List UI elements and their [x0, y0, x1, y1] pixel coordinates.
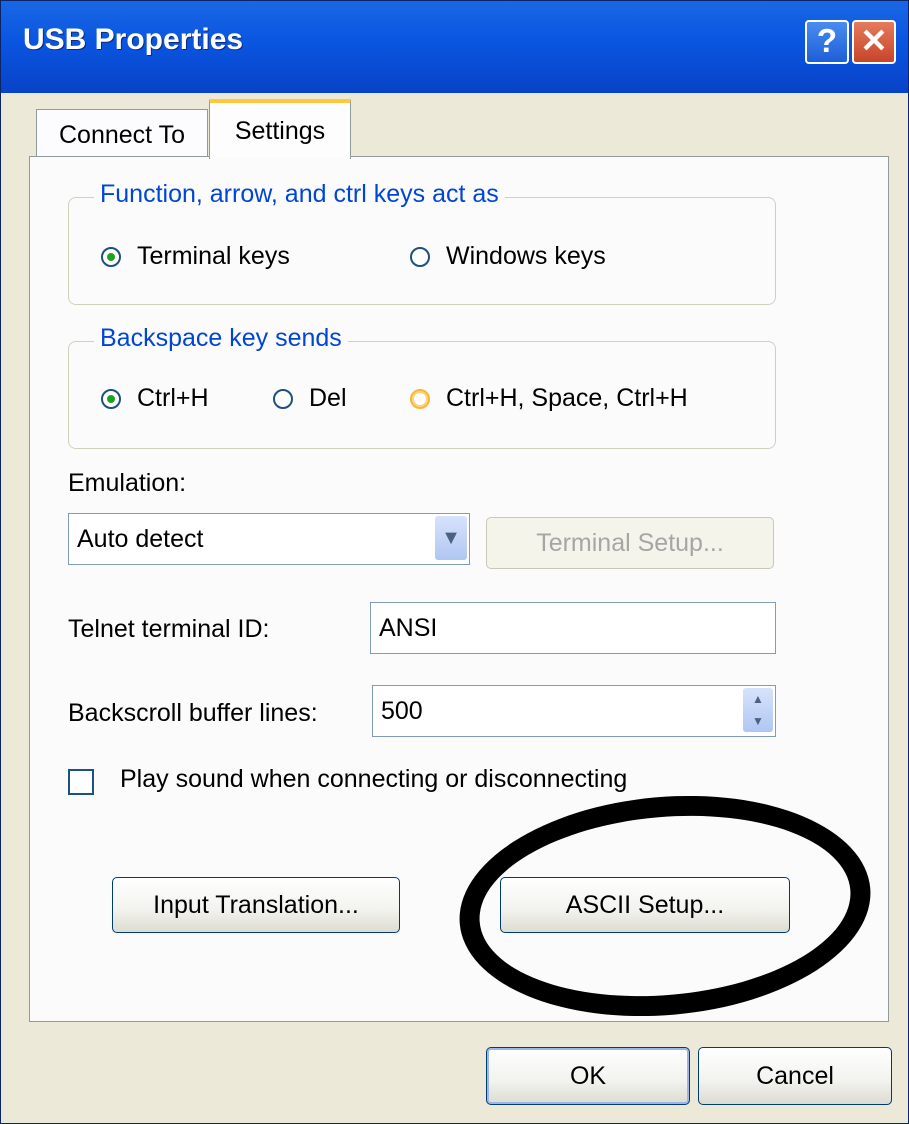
terminal-setup-button[interactable]: Terminal Setup... — [486, 517, 774, 569]
telnet-id-label: Telnet terminal ID: — [68, 615, 270, 643]
spin-up-icon[interactable]: ▲ — [743, 688, 773, 710]
cancel-button[interactable]: Cancel — [698, 1047, 892, 1105]
radio-label: Terminal keys — [137, 242, 290, 270]
spinner-icon[interactable]: ▲ ▼ — [743, 688, 773, 732]
window-title: USB Properties — [23, 23, 244, 56]
backspace-group: Backspace key sends Ctrl+H Del Ctrl+H, S… — [68, 324, 776, 449]
radio-button-icon — [101, 246, 121, 267]
function-keys-group: Function, arrow, and ctrl keys act as Te… — [68, 180, 776, 305]
emulation-dropdown[interactable]: Auto detect ▼ — [68, 513, 470, 565]
button-label: Terminal Setup... — [536, 529, 724, 557]
emulation-value: Auto detect — [77, 525, 204, 553]
emulation-label: Emulation: — [68, 469, 187, 497]
radio-label: Windows keys — [446, 242, 606, 270]
radio-button-icon — [273, 388, 293, 409]
tab-settings[interactable]: Settings — [209, 99, 351, 159]
dialog-window: USB Properties ? ✕ Connect To Settings F… — [0, 0, 909, 1124]
tab-label: Connect To — [58, 121, 185, 149]
radio-terminal-keys[interactable]: Terminal keys — [101, 242, 290, 271]
group-legend: Function, arrow, and ctrl keys act as — [94, 180, 505, 209]
button-label: Input Translation... — [153, 891, 359, 919]
title-bar[interactable]: USB Properties ? ✕ — [1, 1, 908, 93]
radio-button-icon — [410, 388, 430, 409]
tab-connect-to[interactable]: Connect To — [36, 109, 208, 159]
radio-windows-keys[interactable]: Windows keys — [410, 242, 606, 271]
radio-ctrl-h-space-ctrl-h[interactable]: Ctrl+H, Space, Ctrl+H — [410, 384, 688, 413]
help-button[interactable]: ? — [805, 20, 849, 64]
button-label: OK — [569, 1062, 607, 1090]
help-icon: ? — [816, 22, 838, 59]
radio-button-icon — [101, 388, 121, 409]
backscroll-stepper[interactable]: 500 ▲ ▼ — [372, 685, 776, 737]
backscroll-value: 500 — [381, 697, 423, 725]
radio-label: Del — [309, 384, 347, 412]
button-label: Cancel — [756, 1062, 834, 1090]
group-legend: Backspace key sends — [94, 324, 348, 353]
radio-del[interactable]: Del — [273, 384, 347, 413]
ok-button[interactable]: OK — [486, 1047, 690, 1105]
input-translation-button[interactable]: Input Translation... — [112, 877, 400, 933]
play-sound-checkbox[interactable] — [68, 769, 94, 795]
radio-button-icon — [410, 246, 430, 267]
telnet-id-input[interactable]: ANSI — [370, 602, 776, 654]
telnet-id-value: ANSI — [379, 614, 438, 642]
close-icon: ✕ — [860, 22, 888, 59]
radio-label: Ctrl+H — [137, 384, 209, 412]
play-sound-label[interactable]: Play sound when connecting or disconnect… — [120, 765, 627, 794]
tab-label: Settings — [234, 117, 326, 145]
close-button[interactable]: ✕ — [852, 20, 896, 64]
backscroll-label: Backscroll buffer lines: — [68, 699, 318, 727]
radio-ctrl-h[interactable]: Ctrl+H — [101, 384, 209, 413]
radio-label: Ctrl+H, Space, Ctrl+H — [446, 384, 688, 412]
chevron-down-icon[interactable]: ▼ — [435, 516, 467, 560]
spin-down-icon[interactable]: ▼ — [743, 710, 773, 732]
